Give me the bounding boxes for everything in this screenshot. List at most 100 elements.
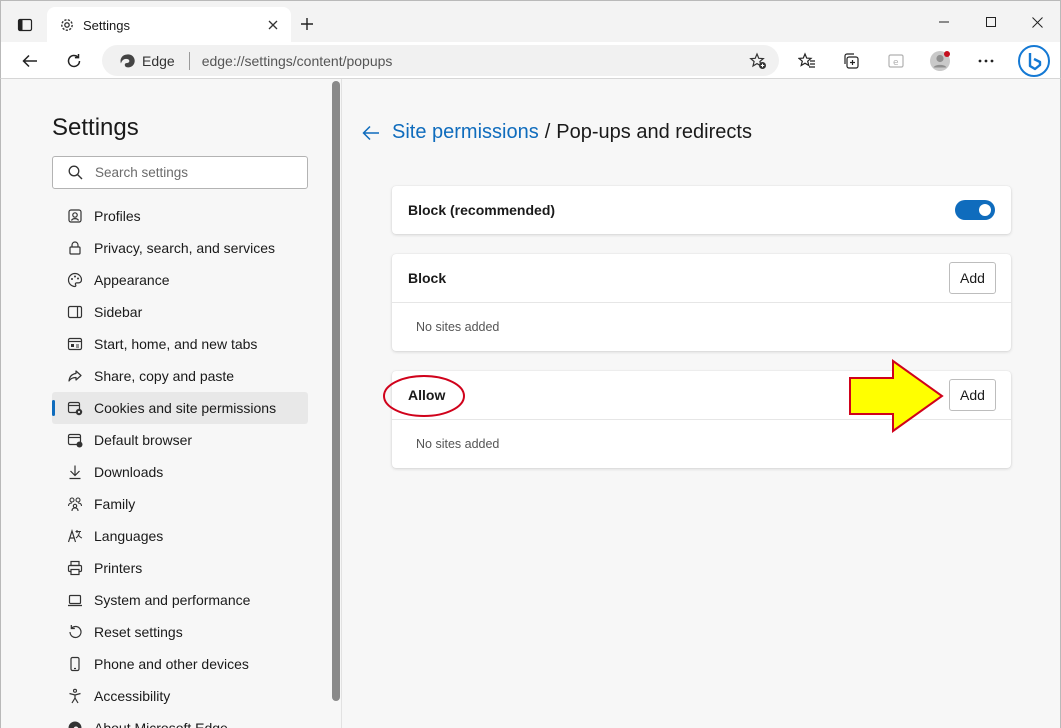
block-list-label: Block (408, 270, 447, 286)
sidebar-item-downloads[interactable]: Downloads (52, 456, 308, 488)
languages-icon (66, 527, 84, 545)
printer-icon (66, 559, 84, 577)
allow-list-header: Allow Add (392, 371, 1011, 419)
tab-actions-button[interactable] (11, 11, 39, 39)
favorites-button[interactable] (792, 46, 822, 76)
new-tab-button[interactable] (295, 12, 319, 36)
svg-text:e: e (893, 58, 899, 68)
close-window-button[interactable] (1014, 9, 1060, 35)
breadcrumb-site-permissions-link[interactable]: Site permissions (392, 121, 539, 144)
sidebar-item-label: System and performance (94, 592, 251, 608)
block-list-header: Block Add (392, 254, 1011, 302)
allow-list-empty-text: No sites added (416, 437, 500, 451)
toggle-knob (979, 204, 991, 216)
sidebar-scrollbar[interactable] (332, 81, 340, 701)
sidebar-item-share[interactable]: Share, copy and paste (52, 360, 308, 392)
sidebar-item-default-browser[interactable]: Default browser (52, 424, 308, 456)
profile-icon (66, 207, 84, 225)
share-icon (66, 367, 84, 385)
sidebar-icon (66, 303, 84, 321)
sidebar-item-accessibility[interactable]: Accessibility (52, 680, 308, 712)
maximize-icon (986, 17, 996, 27)
address-bar[interactable]: Edge edge://settings/content/popups (102, 45, 779, 76)
sidebar-item-label: Printers (94, 560, 143, 576)
sidebar-item-sidebar[interactable]: Sidebar (52, 296, 308, 328)
refresh-button[interactable] (59, 46, 89, 76)
gear-icon (61, 19, 73, 31)
sidebar-item-reset[interactable]: Reset settings (52, 616, 308, 648)
favorites-icon (798, 52, 815, 68)
search-settings-field[interactable]: Search settings (52, 156, 308, 189)
sidebar-item-system[interactable]: System and performance (52, 584, 308, 616)
allow-add-button[interactable]: Add (949, 379, 996, 411)
block-add-button[interactable]: Add (949, 262, 996, 294)
sidebar-item-label: Sidebar (94, 304, 143, 320)
sidebar-item-languages[interactable]: Languages (52, 520, 308, 552)
block-recommended-row: Block (recommended) (392, 186, 1011, 234)
collections-button[interactable] (836, 46, 866, 76)
lock-icon (66, 239, 84, 257)
sidebar-item-phone[interactable]: Phone and other devices (52, 648, 308, 680)
family-icon (66, 495, 84, 513)
collections-icon (844, 53, 859, 69)
toolbar: Edge edge://settings/content/popups e (0, 42, 1061, 79)
sidebar-item-privacy[interactable]: Privacy, search, and services (52, 232, 308, 264)
sidebar-item-printers[interactable]: Printers (52, 552, 308, 584)
site-identity[interactable]: Edge (119, 53, 175, 69)
cookies-icon (66, 399, 84, 417)
maximize-button[interactable] (968, 9, 1014, 35)
tab-close-button[interactable] (265, 17, 281, 33)
sidebar-item-appearance[interactable]: Appearance (52, 264, 308, 296)
block-recommended-toggle[interactable] (955, 200, 995, 220)
sidebar-item-label: Privacy, search, and services (94, 240, 276, 256)
sidebar-item-profiles[interactable]: Profiles (52, 200, 308, 232)
arrow-left-icon (22, 54, 37, 68)
minimize-button[interactable] (921, 9, 967, 35)
breadcrumb-separator: / (544, 121, 551, 143)
more-options-button[interactable] (971, 46, 1001, 76)
profile-button[interactable] (925, 46, 955, 76)
sidebar-item-label: About Microsoft Edge (94, 720, 228, 728)
sidebar-item-family[interactable]: Family (52, 488, 308, 520)
tab-actions-icon (17, 18, 33, 32)
settings-page: Settings Search settings Profiles Privac… (0, 79, 1061, 728)
sidebar-item-start-home[interactable]: Start, home, and new tabs (52, 328, 308, 360)
page-title: Pop-ups and redirects (556, 121, 752, 143)
ellipsis-icon (978, 59, 994, 63)
breadcrumb: Site permissions / Pop-ups and redirects (360, 121, 752, 144)
refresh-icon (67, 54, 81, 68)
sidebar-item-cookies[interactable]: Cookies and site permissions (52, 392, 308, 424)
settings-nav: Profiles Privacy, search, and services A… (52, 200, 308, 728)
block-recommended-label: Block (recommended) (408, 202, 556, 218)
block-recommended-card: Block (recommended) (392, 186, 1011, 234)
edge-icon (120, 53, 135, 67)
copilot-button[interactable] (1017, 44, 1051, 78)
laptop-icon (66, 591, 84, 609)
ie-mode-button[interactable]: e (881, 46, 911, 76)
edge-icon (66, 719, 84, 728)
phone-icon (66, 655, 84, 673)
sidebar-item-label: Profiles (94, 208, 141, 224)
sidebar-item-label: Downloads (94, 464, 164, 480)
palette-icon (66, 271, 84, 289)
download-icon (66, 463, 84, 481)
plus-icon (301, 18, 313, 30)
address-separator (188, 51, 190, 70)
settings-title: Settings (52, 114, 139, 141)
add-favorite-button[interactable] (747, 50, 769, 72)
sidebar-item-label: Family (94, 496, 136, 512)
arrow-left-icon (362, 125, 379, 140)
url-text[interactable]: edge://settings/content/popups (202, 53, 393, 69)
sidebar-item-label: Cookies and site permissions (94, 400, 277, 416)
back-button[interactable] (15, 46, 45, 76)
sidebar-item-label: Share, copy and paste (94, 368, 235, 384)
search-icon (68, 165, 83, 180)
back-to-site-permissions-button[interactable] (360, 122, 382, 144)
sidebar-item-label: Reset settings (94, 624, 183, 640)
close-icon (268, 20, 278, 30)
ie-mode-icon: e (888, 54, 904, 68)
sidebar-item-about[interactable]: About Microsoft Edge (52, 712, 308, 728)
tab-settings[interactable]: Settings (47, 7, 291, 43)
close-icon (1031, 16, 1043, 28)
block-list-card: Block Add No sites added (392, 254, 1011, 351)
